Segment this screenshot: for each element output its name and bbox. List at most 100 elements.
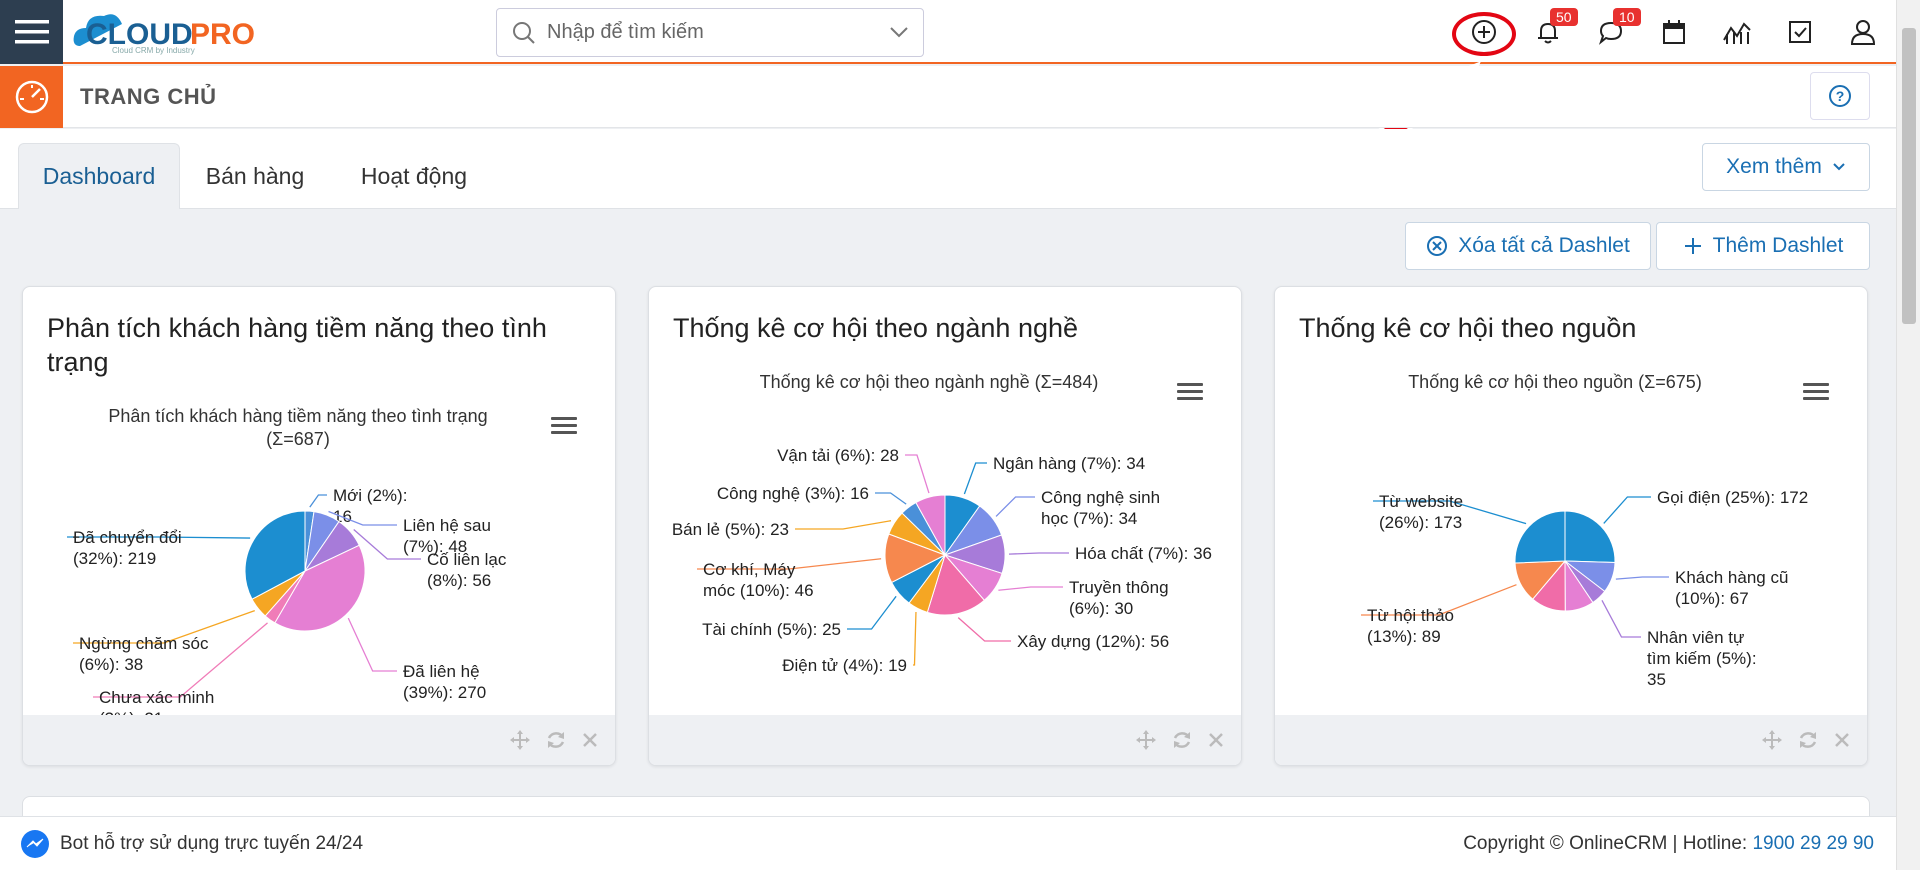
- hotline-link[interactable]: 1900 29 29 90: [1752, 833, 1874, 854]
- chart-line-icon: [1723, 22, 1751, 44]
- tab-dashboard[interactable]: Dashboard: [18, 143, 180, 209]
- calendar-icon: [1663, 20, 1685, 44]
- hamburger-icon: [14, 20, 49, 44]
- see-more-dropdown[interactable]: Xem thêm: [1702, 143, 1870, 191]
- pie-label: Ngừng chăm sóc (6%): 38: [79, 634, 209, 674]
- dashboard-home-button[interactable]: [0, 66, 63, 128]
- dashlet-opportunity-by-industry: Thống kê cơ hội theo ngành nghề Thống kê…: [648, 286, 1242, 766]
- cloudpro-logo[interactable]: CLOUD PRO Cloud CRM by Industry: [72, 6, 292, 56]
- see-more-label: Xem thêm: [1726, 155, 1822, 178]
- page-scrollbar[interactable]: [1896, 0, 1920, 870]
- pie-leader-line: [1603, 496, 1651, 524]
- move-icon[interactable]: [1135, 729, 1157, 751]
- pie-label: Hóa chất (7%): 36: [1075, 544, 1212, 563]
- pie-label: Mới (2%): 16: [333, 486, 407, 526]
- pie-chart-lead-status: Mới (2%): 16 Liên hệ sau (7%): 48Cố liên lạ…: [67, 486, 507, 717]
- scrollbar-thumb[interactable]: [1902, 28, 1916, 324]
- pie-label: Xây dựng (12%): 56: [1017, 632, 1169, 651]
- pie-leader-line: [875, 492, 907, 505]
- chevron-down-icon[interactable]: [889, 25, 909, 39]
- logo-text-pro: PRO: [190, 18, 255, 51]
- chevron-down-icon: [1833, 163, 1845, 171]
- svg-text:?: ?: [1836, 88, 1845, 104]
- footer: Bot hỗ trợ sử dụng trực tuyến 24/24 Copy…: [0, 816, 1896, 870]
- menu-toggle-button[interactable]: [0, 0, 63, 64]
- close-icon[interactable]: [1833, 731, 1851, 749]
- pie-leader-line: [309, 494, 327, 508]
- pie-leader-line: [995, 496, 1035, 517]
- close-icon[interactable]: [1207, 731, 1225, 749]
- top-bar: CLOUD PRO Cloud CRM by Industry Nhập để …: [0, 0, 1896, 64]
- add-dashlet-label: Thêm Dashlet: [1712, 234, 1844, 257]
- plus-icon: [1684, 238, 1701, 254]
- copyright: Copyright © OnlineCRM | Hotline: 1900 29…: [1463, 833, 1874, 854]
- close-circle-icon: [1427, 236, 1448, 256]
- dashlet-lead-status: Phân tích khách hàng tiềm năng theo tình…: [22, 286, 616, 766]
- checkbox-icon: [1789, 21, 1811, 43]
- pie-label: Công nghệ sinh học (7%): 34: [1041, 488, 1160, 528]
- speedometer-icon: [15, 80, 48, 114]
- refresh-icon[interactable]: [1171, 729, 1193, 751]
- hotline-label: Hotline:: [1682, 833, 1748, 854]
- pie-label: Tài chính (5%): 25: [702, 620, 841, 639]
- pie-label: Đã liên hệ (39%): 270: [403, 662, 486, 702]
- pie-chart-industry: Ngân hàng (7%): 34 Công nghệ sinh học (7%)…: [672, 446, 1212, 675]
- pie-leader-line: [1615, 576, 1669, 580]
- pie-leader-line: [998, 586, 1063, 591]
- pie-label: Điện tử (4%): 19: [782, 656, 907, 675]
- tab-hoat-dong[interactable]: Hoạt động: [340, 143, 488, 209]
- close-icon[interactable]: [581, 731, 599, 749]
- page-header: TRANG CHỦ ?: [0, 66, 1896, 128]
- add-dashlet-button[interactable]: Thêm Dashlet: [1656, 222, 1870, 270]
- clear-all-label: Xóa tất cả Dashlet: [1458, 234, 1630, 257]
- dashlet-footer: [23, 715, 615, 765]
- search-icon: [513, 21, 535, 44]
- pie-leader-line: [847, 595, 897, 630]
- pie-leader-line: [1008, 552, 1069, 555]
- pie-label: Đã chuyển đổi (32%): 219: [73, 528, 182, 568]
- tab-ban-hang[interactable]: Bán hàng: [190, 143, 320, 209]
- search-input[interactable]: Nhập để tìm kiếm: [547, 21, 704, 44]
- dashlet-opportunity-by-source: Thống kê cơ hội theo nguồn Thống kê cơ h…: [1274, 286, 1868, 766]
- tab-bar: Dashboard Bán hàng Hoạt động Xem thêm: [0, 129, 1896, 209]
- pie-chart-source: Gọi điện (25%): 172 Khách hàng cũ (10%): 6…: [1361, 488, 1808, 689]
- messenger-icon[interactable]: [20, 829, 50, 859]
- pie-label: Ngân hàng (7%): 34: [993, 454, 1145, 473]
- pie-leader-line: [795, 520, 892, 530]
- pie-label: Truyền thông (6%): 30: [1069, 578, 1169, 618]
- pie-label: Từ website (26%): 173: [1379, 492, 1463, 532]
- calendar-button[interactable]: [1656, 14, 1692, 50]
- dashlet-footer: [649, 715, 1241, 765]
- pie-label: Cơ khí, Máy móc (10%): 46: [703, 560, 814, 600]
- move-icon[interactable]: [509, 729, 531, 751]
- chat-button[interactable]: 10: [1593, 8, 1641, 50]
- support-bot-text[interactable]: Bot hỗ trợ sử dụng trực tuyến 24/24: [60, 833, 363, 855]
- notifications-button[interactable]: 50: [1530, 8, 1578, 50]
- notification-badge: 50: [1550, 8, 1578, 26]
- move-icon[interactable]: [1761, 729, 1783, 751]
- pie-leader-line: [913, 612, 917, 666]
- reports-button[interactable]: [1719, 14, 1755, 50]
- clear-all-dashlets-button[interactable]: Xóa tất cả Dashlet: [1405, 222, 1651, 270]
- pie-label: Gọi điện (25%): 172: [1657, 488, 1808, 507]
- pie-leader-line: [957, 617, 1011, 642]
- pie-label: Từ hội thảo (13%): 89: [1367, 606, 1454, 646]
- help-circle-icon: ?: [1829, 85, 1851, 107]
- help-button[interactable]: ?: [1810, 72, 1870, 120]
- user-icon: [1850, 20, 1876, 45]
- pie-leader-line: [347, 617, 397, 672]
- chat-badge: 10: [1613, 8, 1641, 26]
- pie-label: Vận tải (6%): 28: [777, 446, 899, 465]
- pie-label: Công nghệ (3%): 16: [717, 484, 869, 503]
- dashlet-footer: [1275, 715, 1867, 765]
- refresh-icon[interactable]: [1797, 729, 1819, 751]
- logo-tagline: Cloud CRM by Industry: [112, 46, 195, 55]
- copyright-text: Copyright © OnlineCRM: [1463, 833, 1668, 854]
- user-profile-button[interactable]: [1845, 14, 1881, 50]
- tasks-button[interactable]: [1782, 14, 1818, 50]
- pie-slice[interactable]: [1514, 510, 1566, 564]
- refresh-icon[interactable]: [545, 729, 567, 751]
- search-box[interactable]: Nhập để tìm kiếm: [496, 8, 924, 57]
- page-title: TRANG CHỦ: [80, 84, 217, 109]
- pie-label: Khách hàng cũ (10%): 67: [1675, 568, 1788, 608]
